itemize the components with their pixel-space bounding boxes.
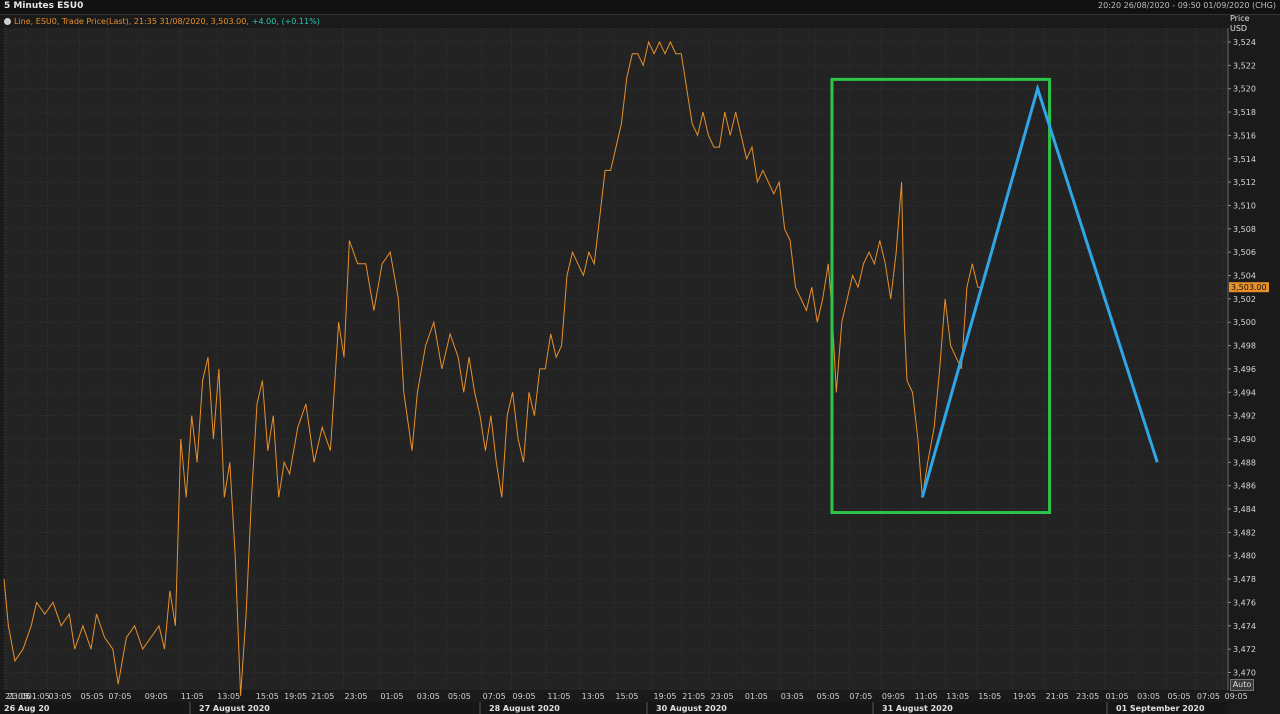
x-tick-label: 07:05	[1197, 692, 1220, 701]
date-label: 27 August 2020	[199, 704, 270, 713]
legend-toggle-icon[interactable]	[4, 17, 11, 25]
y-tick-label: 3,506	[1233, 248, 1256, 257]
x-tick-label: 05:05	[1168, 692, 1191, 701]
date-strip	[0, 702, 1228, 714]
date-label: 31 August 2020	[882, 704, 953, 713]
y-tick-label: 3,514	[1233, 155, 1256, 164]
y-tick-label: 3,496	[1233, 365, 1256, 374]
price-label: Price	[1230, 14, 1250, 23]
x-tick-label: 23:05	[344, 692, 367, 701]
x-tick-label: 09:05	[1225, 692, 1248, 701]
x-tick-label: 19:05	[653, 692, 676, 701]
y-tick-label: 3,488	[1233, 458, 1256, 467]
x-tick-label: 11:05	[181, 692, 204, 701]
x-tick-label: 05:05	[448, 692, 471, 701]
y-tick-label: 3,524	[1233, 38, 1256, 47]
y-tick-label: 3,508	[1233, 225, 1256, 234]
x-tick-label: 23:05	[1076, 692, 1099, 701]
date-label: 01 September 2020	[1116, 704, 1205, 713]
x-tick-label: 11:05	[915, 692, 938, 701]
y-tick-label: 3,510	[1233, 201, 1256, 210]
currency-label: USD	[1230, 24, 1248, 33]
x-tick-label: 03:05	[417, 692, 440, 701]
x-tick-label: 15:05	[256, 692, 279, 701]
chart-header: 5 Minutes ESU0 20:20 26/08/2020 - 09:50 …	[0, 0, 1280, 15]
x-tick-label: 03:05	[49, 692, 72, 701]
x-tick-label: 11:05	[547, 692, 570, 701]
y-tick-label: 3,486	[1233, 482, 1256, 491]
x-tick-label: 19:05	[284, 692, 307, 701]
y-tick-label: 3,502	[1233, 295, 1256, 304]
y-tick-label: 3,494	[1233, 388, 1256, 397]
x-tick-label: 15:05	[615, 692, 638, 701]
x-tick-label: 03:05	[1137, 692, 1160, 701]
x-tick-label: 01:05	[745, 692, 768, 701]
y-tick-label: 3,474	[1233, 622, 1256, 631]
x-tick-label: 07:05	[108, 692, 131, 701]
x-tick-label: 07:05	[849, 692, 872, 701]
y-tick-label: 3,478	[1233, 575, 1256, 584]
x-tick-label: 15:05	[978, 692, 1001, 701]
price-chart[interactable]: 3,470 3,472 3,474 3,476 3,478 3,480 3,482 3,484…	[0, 0, 1280, 714]
y-tick-label: 3,500	[1233, 318, 1256, 327]
y-tick-label: 3,504	[1233, 272, 1256, 281]
y-tick-label: 3,484	[1233, 505, 1256, 514]
x-tick-label: 03:05	[781, 692, 804, 701]
y-tick-label: 3,480	[1233, 552, 1256, 561]
x-tick-label: 13:05	[217, 692, 240, 701]
chart-title: 5 Minutes ESU0	[4, 1, 84, 11]
x-tick-label: 21:05	[682, 692, 705, 701]
x-tick-label: 01:05	[27, 692, 50, 701]
x-tick-label: 09:05	[145, 692, 168, 701]
x-tick-label: 21:05	[311, 692, 334, 701]
x-tick-label: 13:05	[946, 692, 969, 701]
date-label: 28 August 2020	[489, 704, 560, 713]
x-tick-label: 01:05	[1106, 692, 1129, 701]
y-tick-label: 3,470	[1233, 668, 1256, 677]
x-tick-label: 07:05	[483, 692, 506, 701]
last-price-label: 3,503.00	[1231, 283, 1267, 292]
y-tick-label: 3,512	[1233, 178, 1256, 187]
legend-change: +4.00, (+0.11%)	[251, 16, 320, 26]
y-tick-label: 3,522	[1233, 61, 1256, 70]
x-tick-label: 09:05	[882, 692, 905, 701]
price-axis-title: Price USD	[1230, 14, 1250, 34]
x-tick-label: 09:05	[513, 692, 536, 701]
legend-text: Line, ESU0, Trade Price(Last), 21:35 31/…	[14, 16, 249, 26]
x-tick-label: 01:05	[380, 692, 403, 701]
y-tick-label: 3,482	[1233, 528, 1256, 537]
x-tick-label: 23:05	[711, 692, 734, 701]
x-tick-label: 05:05	[817, 692, 840, 701]
y-tick-label: 3,518	[1233, 108, 1256, 117]
date-range: 20:20 26/08/2020 - 09:50 01/09/2020 (CHG…	[1098, 1, 1276, 10]
y-tick-label: 3,516	[1233, 131, 1256, 140]
y-tick-label: 3,472	[1233, 645, 1256, 654]
date-label: 30 August 2020	[656, 704, 727, 713]
x-tick-label: 19:05	[1013, 692, 1036, 701]
y-tick-label: 3,476	[1233, 598, 1256, 607]
y-tick-label: 3,490	[1233, 435, 1256, 444]
y-tick-label: 3,498	[1233, 342, 1256, 351]
x-tick-label: 13:05	[582, 692, 605, 701]
series-legend[interactable]: Line, ESU0, Trade Price(Last), 21:35 31/…	[4, 15, 320, 27]
x-tick-label: 05:05	[81, 692, 104, 701]
x-tick-label: 21:05	[1046, 692, 1069, 701]
date-label: 26 Aug 20	[4, 704, 50, 713]
y-tick-label: 3,492	[1233, 412, 1256, 421]
auto-scale-button[interactable]: Auto	[1230, 679, 1254, 691]
y-tick-label: 3,520	[1233, 85, 1256, 94]
